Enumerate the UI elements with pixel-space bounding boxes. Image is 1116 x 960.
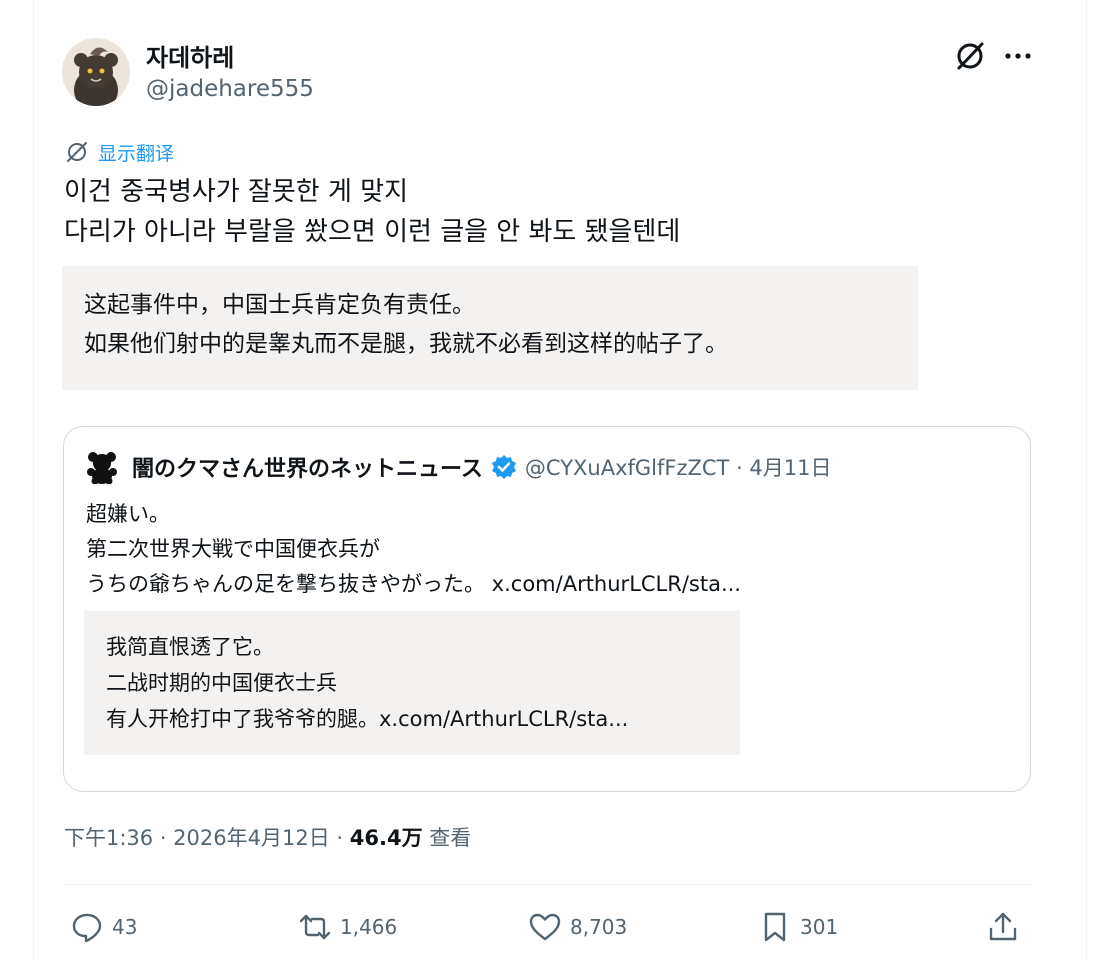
repost-count: 1,466 [340, 915, 398, 939]
reply-icon [72, 913, 102, 943]
quoted-tweet-translation: 我简直恨透了它。 二战时期的中国便衣士兵 有人开枪打中了我爷爷的腿。x.com/… [84, 611, 740, 755]
reply-button[interactable]: 43 [70, 905, 137, 949]
avatar[interactable] [62, 38, 130, 106]
bookmark-button[interactable]: 301 [758, 905, 838, 949]
views-label: 查看 [422, 826, 472, 850]
more-options-icon[interactable] [1000, 38, 1036, 74]
quoted-author-handle-date: @CYXuAxfGlfFzZCT · 4月11日 [524, 456, 832, 480]
divider [63, 884, 1031, 885]
like-count: 8,703 [570, 915, 628, 939]
tweet-meta: 下午1:36 · 2026年4月12日 · 46.4万 查看 [64, 822, 471, 852]
quoted-tweet-card[interactable]: 闇のクマさん世界のネットニュース @CYXuAxfGlfFzZCT · 4月11… [63, 426, 1031, 792]
bookmark-count: 301 [800, 915, 839, 939]
share-icon [989, 912, 1017, 941]
views-count: 46.4万 [349, 826, 423, 850]
heart-icon [529, 913, 561, 941]
share-button[interactable] [986, 905, 1028, 949]
bookmark-icon [764, 912, 786, 942]
quoted-author-name[interactable]: 闇のクマさん世界のネットニュース [132, 451, 483, 483]
grok-icon[interactable] [952, 38, 988, 74]
repost-button[interactable]: 1,466 [298, 905, 397, 949]
translate-icon [67, 142, 87, 162]
tweet-text: 이건 중국병사가 잘못한 게 맞지 다리가 아니라 부랄을 쐈으면 이런 글을 … [64, 177, 681, 247]
reply-count: 43 [112, 915, 138, 939]
repost-icon [299, 914, 331, 940]
quoted-tweet-header: 闇のクマさん世界のネットニュース @CYXuAxfGlfFzZCT · 4月11… [86, 449, 832, 485]
author-display-name[interactable]: 자데하레 [146, 38, 234, 73]
show-translation-row[interactable]: 显示翻译 [64, 138, 174, 166]
verified-badge-icon [491, 455, 516, 479]
bear-emoji-icon [87, 452, 117, 484]
like-button[interactable]: 8,703 [528, 905, 627, 949]
tweet-translation: 这起事件中，中国士兵肯定负有责任。 如果他们射中的是睾丸而不是腿，我就不必看到这… [62, 266, 918, 390]
author-handle[interactable]: @jadehare555 [146, 76, 314, 102]
quoted-tweet-text: 超嫌い。 第二次世界大戦で中国便衣兵が うちの爺ちゃんの足を撃ち抜きやがった。 … [86, 502, 741, 596]
show-translation-link[interactable]: 显示翻译 [98, 139, 174, 166]
tweet-timestamp[interactable]: 下午1:36 · 2026年4月12日 · [64, 826, 350, 850]
